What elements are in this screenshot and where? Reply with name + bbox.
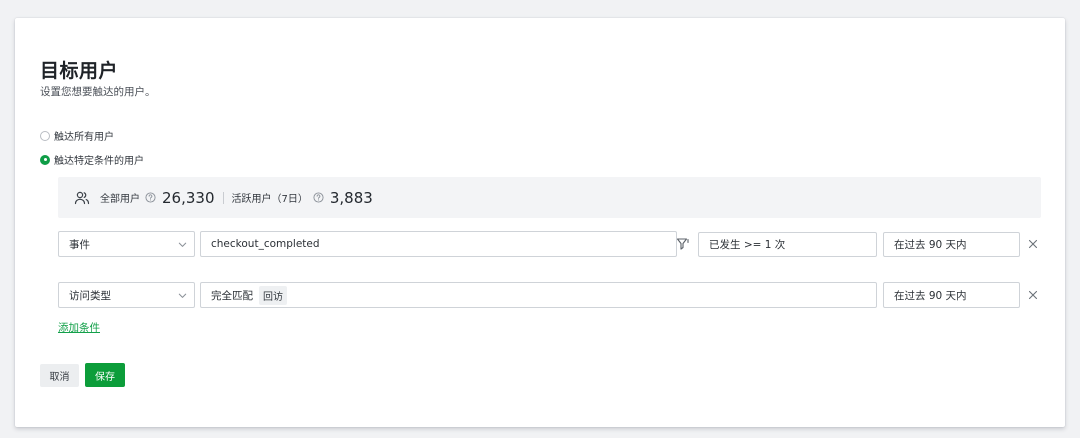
active-users-label: 活跃用户（7日） xyxy=(231,194,308,205)
time-range-field[interactable]: 在过去 90 天内 xyxy=(883,282,1020,308)
visit-type-input[interactable]: 完全匹配 回访 xyxy=(200,282,877,308)
event-name-value: checkout_completed xyxy=(211,238,320,250)
radio-checked-icon xyxy=(40,154,50,165)
time-range-field[interactable]: 在过去 90 天内 xyxy=(883,232,1020,257)
event-name-input[interactable]: checkout_completed xyxy=(200,231,677,257)
stats-divider xyxy=(222,191,224,204)
radio-unchecked-icon xyxy=(40,130,50,141)
radio-all-users-label: 触达所有用户 xyxy=(54,132,114,143)
page-subtitle: 设置您想要触达的用户。 xyxy=(40,86,156,98)
close-icon[interactable] xyxy=(1028,239,1038,249)
match-mode-value: 完全匹配 xyxy=(211,289,253,302)
help-circle-icon[interactable] xyxy=(145,192,156,203)
frequency-value: 已发生 >= 1 次 xyxy=(709,239,786,251)
cancel-button[interactable]: 取消 xyxy=(40,364,79,387)
condition-type-value: 访问类型 xyxy=(69,289,111,302)
frequency-field[interactable]: 已发生 >= 1 次 xyxy=(698,232,877,257)
active-users-count: 3,883 xyxy=(329,188,373,207)
time-range-value: 在过去 90 天内 xyxy=(894,239,967,251)
add-condition-link[interactable]: 添加条件 xyxy=(58,320,100,335)
all-users-label: 全部用户 xyxy=(100,194,140,205)
save-button[interactable]: 保存 xyxy=(85,363,125,387)
visit-type-tag[interactable]: 回访 xyxy=(259,285,287,305)
audience-stats-bar: 全部用户 26,330 活跃用户（7日） 3,883 xyxy=(58,177,1041,218)
close-icon[interactable] xyxy=(1028,290,1038,300)
condition-type-value: 事件 xyxy=(69,238,90,251)
radio-all-users[interactable]: 触达所有用户 xyxy=(40,128,114,143)
radio-specific-users-label: 触达特定条件的用户 xyxy=(54,156,144,167)
target-users-card: 目标用户 设置您想要触达的用户。 触达所有用户 触达特定条件的用户 全部用户 2… xyxy=(15,18,1065,427)
all-users-count: 26,330 xyxy=(162,188,215,207)
time-range-value: 在过去 90 天内 xyxy=(894,289,967,302)
users-icon xyxy=(74,191,90,204)
radio-specific-users[interactable]: 触达特定条件的用户 xyxy=(40,152,144,167)
page-title: 目标用户 xyxy=(40,60,119,82)
condition-type-select[interactable]: 访问类型 xyxy=(58,282,195,308)
filter-icon[interactable] xyxy=(676,237,690,251)
chevron-down-icon xyxy=(178,242,187,247)
help-circle-icon[interactable] xyxy=(313,192,324,203)
chevron-down-icon xyxy=(178,293,187,298)
condition-type-select[interactable]: 事件 xyxy=(58,231,195,257)
